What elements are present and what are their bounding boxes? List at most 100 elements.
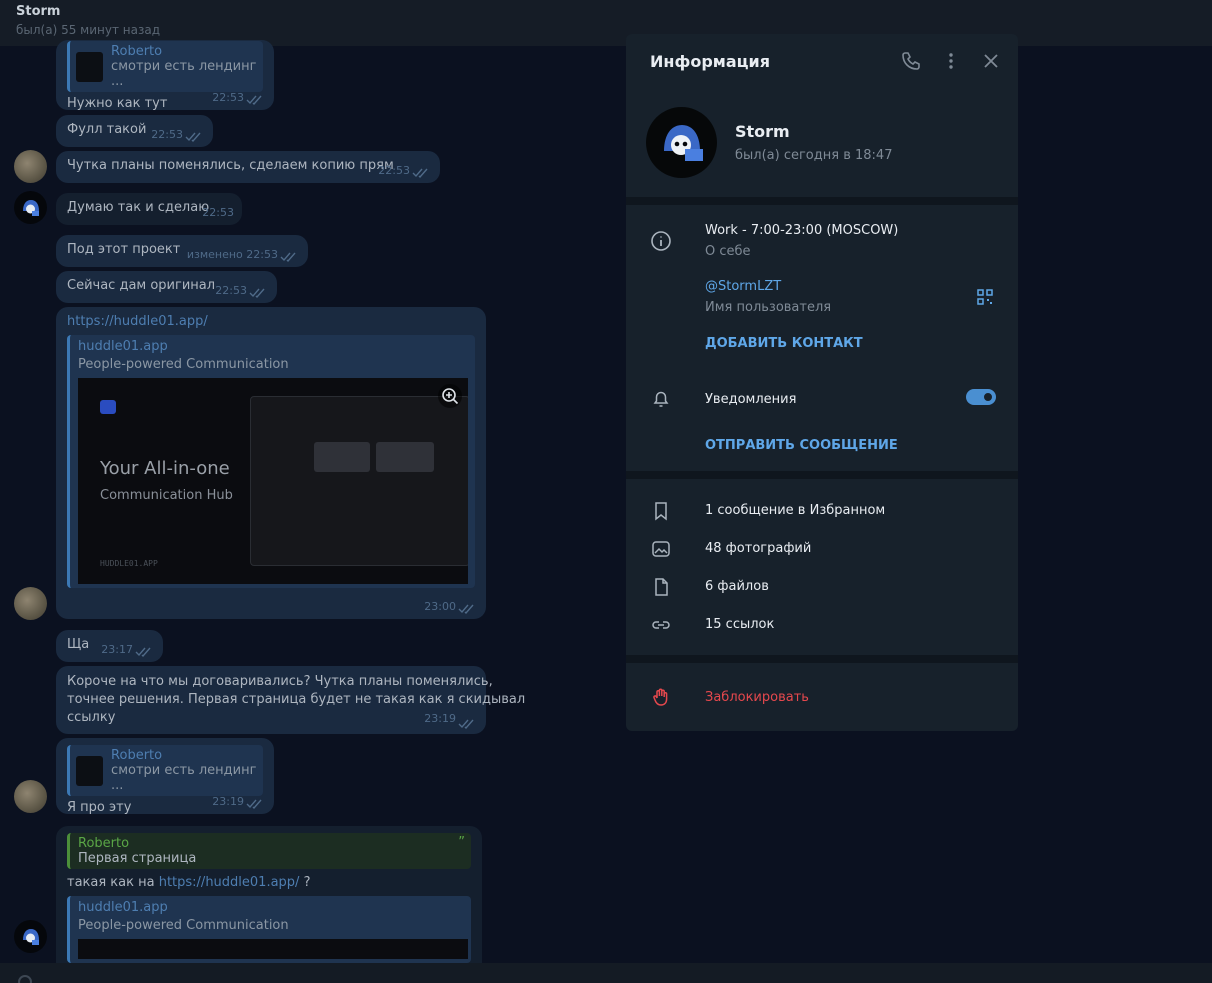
close-icon[interactable] xyxy=(980,50,1002,72)
message-bubble[interactable]: Ща 23:17 xyxy=(56,630,163,662)
reply-text: смотри есть лендинг ... xyxy=(111,763,257,793)
avatar[interactable] xyxy=(14,587,47,620)
link-preview[interactable]: huddle01.app People-powered Communicatio… xyxy=(67,896,471,963)
reply-thumbnail xyxy=(76,755,104,786)
link-preview[interactable]: huddle01.app People-powered Communicatio… xyxy=(67,335,475,588)
profile-name: Storm xyxy=(735,122,790,141)
message-bubble[interactable]: Фулл такой 22:53 xyxy=(56,115,213,147)
photo-icon xyxy=(650,538,672,560)
section-divider xyxy=(626,197,1018,205)
read-ticks-icon xyxy=(135,647,151,657)
panel-title: Информация xyxy=(650,52,770,71)
chat-status: был(а) 55 минут назад xyxy=(16,23,160,37)
section-divider xyxy=(626,471,1018,479)
photos-item[interactable]: 48 фотографий xyxy=(705,541,811,556)
message-bubble[interactable]: Под этот проект изменено 22:53 xyxy=(56,235,308,267)
send-message-button[interactable]: ОТПРАВИТЬ СООБЩЕНИЕ xyxy=(705,438,898,453)
preview-card xyxy=(314,442,370,472)
message-text: такая как на xyxy=(67,875,159,890)
quote-block[interactable]: Roberto Первая страница ” xyxy=(67,833,471,869)
message-time: 23:00 xyxy=(424,600,456,613)
file-icon xyxy=(650,576,672,598)
avatar[interactable] xyxy=(14,150,47,183)
notifications-toggle[interactable] xyxy=(966,389,996,405)
message-time: изменено 22:53 xyxy=(186,248,278,261)
message-text-line: точнее решения. Первая страница будет не… xyxy=(67,692,526,707)
message-bubble[interactable]: Короче на что мы договаривались? Чутка п… xyxy=(56,666,526,734)
bookmark-icon xyxy=(650,500,672,522)
message-bubble[interactable]: Roberto смотри есть лендинг ... Я про эт… xyxy=(56,738,274,815)
zoom-icon[interactable] xyxy=(438,384,462,408)
message-text: Чутка планы поменялись, сделаем копию пр… xyxy=(67,158,394,173)
reply-thumbnail xyxy=(76,51,104,82)
quote-mark-icon: ” xyxy=(458,835,465,850)
read-ticks-icon xyxy=(185,132,201,142)
username-label: Имя пользователя xyxy=(705,300,832,315)
avatar[interactable] xyxy=(14,191,47,224)
message-link[interactable]: https://huddle01.app/ xyxy=(67,314,475,329)
message-text: ? xyxy=(299,875,311,890)
composer-bar[interactable] xyxy=(0,963,1212,983)
message-bubble[interactable]: Думаю так и сделаю 22:53 xyxy=(56,193,242,225)
preview-hero-text: Your All-in-one xyxy=(100,458,230,479)
read-ticks-icon xyxy=(412,168,428,178)
bio-text: Work - 7:00-23:00 (MOSCOW) xyxy=(705,223,899,238)
preview-description: People-powered Communication xyxy=(78,357,289,372)
preview-image[interactable]: Your All-in-one Communication Hub HUDDLE… xyxy=(78,378,468,584)
logo-icon xyxy=(100,400,116,414)
read-ticks-icon xyxy=(246,95,262,105)
message-time: 23:17 xyxy=(101,643,133,656)
username-text[interactable]: @StormLZT xyxy=(705,279,781,294)
files-item[interactable]: 6 файлов xyxy=(705,579,769,594)
phone-icon[interactable] xyxy=(900,50,922,72)
bell-icon xyxy=(650,388,672,410)
skull-icon xyxy=(23,200,39,216)
reply-text: смотри есть лендинг ... xyxy=(111,59,257,89)
quote-author: Roberto xyxy=(78,836,130,851)
message-bubble[interactable]: Чутка планы поменялись, сделаем копию пр… xyxy=(56,151,440,183)
block-user-button[interactable]: Заблокировать xyxy=(705,690,809,705)
message-time: 22:53 xyxy=(215,284,247,297)
preview-card xyxy=(376,442,434,472)
qr-code-icon[interactable] xyxy=(976,288,998,310)
preview-image[interactable] xyxy=(78,939,468,959)
message-time: 22:53 xyxy=(212,91,244,104)
profile-avatar[interactable] xyxy=(646,107,717,178)
preview-site: huddle01.app xyxy=(78,900,168,915)
read-ticks-icon xyxy=(249,288,265,298)
message-time: 22:53 xyxy=(378,164,410,177)
preview-description: People-powered Communication xyxy=(78,918,289,933)
reply-preview[interactable]: Roberto смотри есть лендинг ... xyxy=(67,745,263,796)
reply-author: Roberto xyxy=(111,748,163,763)
attach-icon[interactable] xyxy=(18,975,32,983)
block-hand-icon xyxy=(650,686,672,708)
preview-hero-subtext: Communication Hub xyxy=(100,488,233,503)
message-bubble[interactable]: Roberto Первая страница ” такая как на h… xyxy=(56,826,482,963)
links-item[interactable]: 15 ссылок xyxy=(705,617,774,632)
message-bubble[interactable]: Сейчас дам оригинал 22:53 xyxy=(56,271,277,303)
message-text-line: Короче на что мы договаривались? Чутка п… xyxy=(67,674,493,689)
avatar[interactable] xyxy=(14,780,47,813)
message-bubble[interactable]: https://huddle01.app/ huddle01.app Peopl… xyxy=(56,307,486,619)
message-time: 22:53 xyxy=(202,206,234,219)
message-link[interactable]: https://huddle01.app/ xyxy=(159,875,300,890)
read-ticks-icon xyxy=(458,719,474,729)
preview-site: huddle01.app xyxy=(78,339,168,354)
more-menu-icon[interactable] xyxy=(940,50,962,72)
preview-screenshot xyxy=(250,396,468,566)
read-ticks-icon xyxy=(280,252,296,262)
saved-messages-item[interactable]: 1 сообщение в Избранном xyxy=(705,503,885,518)
bio-label: О себе xyxy=(705,244,751,259)
chat-title: Storm xyxy=(16,4,61,19)
add-contact-button[interactable]: ДОБАВИТЬ КОНТАКТ xyxy=(705,336,863,351)
message-time: 23:19 xyxy=(212,795,244,808)
reply-preview[interactable]: Roberto смотри есть лендинг ... xyxy=(67,41,263,92)
user-info-panel: Информация Storm был(а) сегодня в 18:47 … xyxy=(626,34,1018,731)
message-bubble[interactable]: Roberto смотри есть лендинг ... Нужно ка… xyxy=(56,40,274,111)
profile-last-seen: был(а) сегодня в 18:47 xyxy=(735,148,893,163)
message-text-line: ссылку xyxy=(67,710,116,725)
avatar[interactable] xyxy=(14,920,47,953)
read-ticks-icon xyxy=(458,604,474,614)
section-divider xyxy=(626,655,1018,663)
reply-author: Roberto xyxy=(111,44,163,59)
